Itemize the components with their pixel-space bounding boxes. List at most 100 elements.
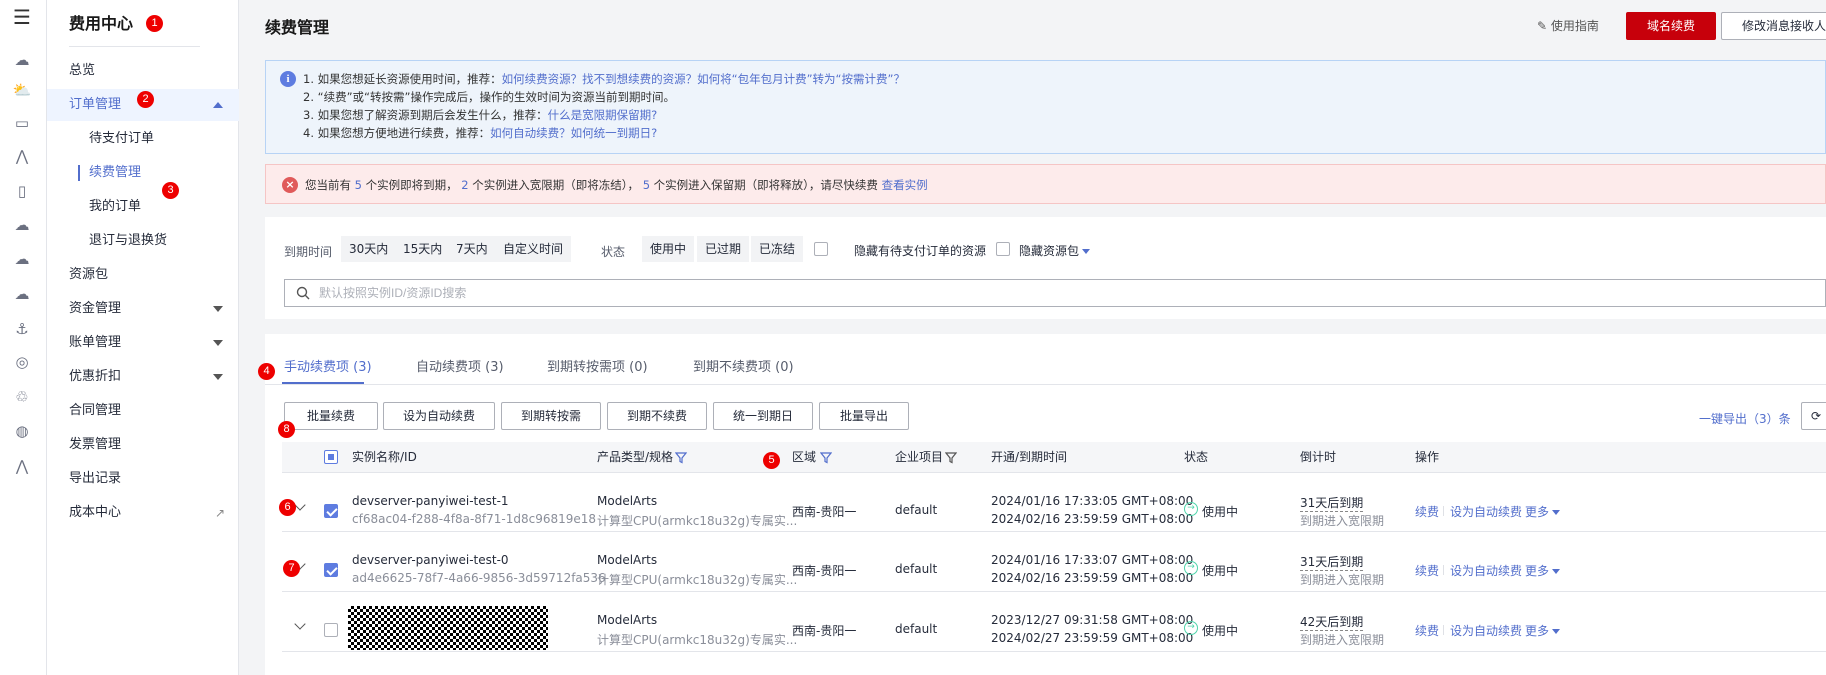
view-instances-link[interactable]: 查看实例 xyxy=(882,178,928,192)
network-icon[interactable]: ♲ xyxy=(11,386,33,408)
search-input[interactable] xyxy=(319,284,1219,302)
filter-expired[interactable]: 已过期 xyxy=(697,236,750,262)
divider xyxy=(1518,506,1519,516)
ship-icon[interactable]: ⚓ xyxy=(11,318,33,340)
filter-icon[interactable] xyxy=(820,452,832,464)
sidebar-item-export-records[interactable]: 导出记录 xyxy=(47,463,239,495)
more-dropdown[interactable]: 更多 xyxy=(1525,562,1561,579)
hide-package-checkbox[interactable] xyxy=(996,242,1010,256)
set-auto-renew-link[interactable]: 设为自动续费 xyxy=(1450,562,1522,579)
filter-icon[interactable] xyxy=(675,452,687,464)
grace-period-link[interactable]: 什么是宽限期保留期? xyxy=(548,108,658,122)
filter-custom-time[interactable]: 自定义时间 xyxy=(495,236,572,262)
sidebar-item-funds[interactable]: 资金管理 xyxy=(47,293,239,325)
instance-id: ad4e6625-78f7-4a66-9856-3d59712fa536 xyxy=(352,571,606,585)
renew-link[interactable]: 续费 xyxy=(1415,562,1439,579)
renewal-table-card: 手动续费项 (3) 自动续费项 (3) 到期转按需项 (0) 到期不续费项 (0… xyxy=(265,334,1826,675)
to-on-demand-button[interactable]: 到期转按需 xyxy=(501,402,601,430)
file-icon[interactable]: ▯ xyxy=(11,180,33,202)
search-icon xyxy=(296,286,310,300)
set-auto-renew-link[interactable]: 设为自动续费 xyxy=(1450,503,1522,520)
hide-pending-checkbox[interactable] xyxy=(814,242,828,256)
sidebar-item-refunds[interactable]: 退订与退换货 xyxy=(47,225,239,257)
more-dropdown[interactable]: 更多 xyxy=(1525,503,1561,520)
col-enterprise-project: 企业项目 xyxy=(895,450,944,464)
divider xyxy=(1443,565,1444,575)
tab-auto-renewal[interactable]: 自动续费项 (3) xyxy=(416,356,504,375)
sidebar-item-contracts[interactable]: 合同管理 xyxy=(47,395,239,427)
countdown-note: 到期进入宽限期 xyxy=(1300,633,1385,647)
renew-link[interactable]: 续费 xyxy=(1415,503,1439,520)
ip-icon[interactable]: ◎ xyxy=(11,351,33,373)
retention-count[interactable]: 5 xyxy=(643,178,650,192)
renew-help-link[interactable]: 如何续费资源？找不到想续费的资源？如何将“包年包月计费”转为“按需计费”？ xyxy=(502,72,905,86)
tab-manual-renewal[interactable]: 手动续费项 (3) xyxy=(284,356,372,375)
filter-15-days[interactable]: 15天内 xyxy=(395,236,451,262)
cloud-dots-icon[interactable]: ⛅ xyxy=(11,79,33,101)
batch-export-button[interactable]: 批量导出 xyxy=(819,402,909,430)
filter-30-days[interactable]: 30天内 xyxy=(341,236,397,262)
tab-to-on-demand[interactable]: 到期转按需项 (0) xyxy=(547,356,648,375)
cloud-upload-icon[interactable]: ☁ xyxy=(11,248,33,270)
select-all-checkbox[interactable] xyxy=(324,450,338,464)
sidebar-item-cost-center[interactable]: 成本中心 ↗ xyxy=(47,497,239,529)
auto-renew-help-link[interactable]: 如何自动续费？如何统一到期日? xyxy=(490,126,657,140)
icon-rail: ☰ ☁ ⛅ ▭ ⋀ ▯ ☁ ☁ ☁ ⚓ ◎ ♲ ◍ ⋀ xyxy=(0,0,47,675)
export-all-link[interactable]: 一键导出（3）条 xyxy=(1699,410,1791,427)
sidebar-item-discounts[interactable]: 优惠折扣 xyxy=(47,361,239,393)
menu-icon[interactable]: ☰ xyxy=(11,5,33,29)
row-checkbox[interactable] xyxy=(324,504,338,518)
modify-receiver-button[interactable]: 修改消息接收人 xyxy=(1721,12,1826,40)
countdown-note: 到期进入宽限期 xyxy=(1300,573,1385,587)
batch-renew-button[interactable]: 批量续费 xyxy=(284,402,378,430)
filter-icon[interactable] xyxy=(945,452,957,464)
sidebar-item-bills[interactable]: 账单管理 xyxy=(47,327,239,359)
set-auto-renew-button[interactable]: 设为自动续费 xyxy=(383,402,495,430)
cloud-icon[interactable]: ☁ xyxy=(11,49,33,71)
chevron-down-icon xyxy=(213,374,223,380)
guide-link[interactable]: ✎ 使用指南 xyxy=(1537,17,1599,34)
server-icon[interactable]: ▭ xyxy=(11,112,33,134)
sidebar-title: 费用中心 xyxy=(69,14,134,33)
chart-icon[interactable]: ⋀ xyxy=(11,145,33,167)
domain-renew-button[interactable]: 域名续费 xyxy=(1626,12,1716,40)
filter-frozen[interactable]: 已冻结 xyxy=(751,236,804,262)
info-text: 4. 如果您想方便地进行续费，推荐： xyxy=(303,126,491,140)
sidebar-item-invoices[interactable]: 发票管理 xyxy=(47,429,239,461)
row-checkbox[interactable] xyxy=(324,623,338,637)
refresh-button[interactable]: ⟳ xyxy=(1801,402,1826,430)
cloud-sync-icon[interactable]: ☁ xyxy=(11,283,33,305)
region: 西南-贵阳一 xyxy=(792,505,857,519)
sidebar-item-packages[interactable]: 资源包 xyxy=(47,259,239,291)
sidebar-item-renewal[interactable]: 续费管理 xyxy=(47,157,239,189)
row-checkbox[interactable] xyxy=(324,563,338,577)
set-auto-renew-link[interactable]: 设为自动续费 xyxy=(1450,622,1522,639)
search-box[interactable] xyxy=(284,279,1826,307)
external-link-icon: ↗ xyxy=(214,506,225,520)
more-label: 更多 xyxy=(1525,505,1550,519)
sidebar-item-pending-orders[interactable]: 待支付订单 xyxy=(47,123,239,155)
info-text: 3. 如果您想了解资源到期后会发生什么，推荐： xyxy=(303,108,548,122)
expiring-count[interactable]: 5 xyxy=(355,178,362,192)
status-running-icon: → xyxy=(1184,561,1198,575)
start-time: 2023/12/27 09:31:58 GMT+08:00 xyxy=(991,613,1194,627)
annotation-badge: 3 xyxy=(162,182,179,199)
globe-icon[interactable]: ◍ xyxy=(11,420,33,442)
pulse-icon[interactable]: ⋀ xyxy=(11,455,33,477)
filter-7-days[interactable]: 7天内 xyxy=(448,236,496,262)
renew-link[interactable]: 续费 xyxy=(1415,622,1439,639)
grace-count[interactable]: 2 xyxy=(461,178,468,192)
more-dropdown[interactable]: 更多 xyxy=(1525,622,1561,639)
product-name: ModelArts xyxy=(597,553,658,567)
tab-no-renewal[interactable]: 到期不续费项 (0) xyxy=(693,356,794,375)
chevron-down-icon[interactable] xyxy=(294,499,306,511)
chevron-down-icon[interactable] xyxy=(294,618,306,630)
sidebar-item-overview[interactable]: 总览 xyxy=(47,55,239,87)
cloud-outline-icon[interactable]: ☁ xyxy=(11,214,33,236)
filter-panel: 到期时间 30天内 15天内 7天内 自定义时间 状态 使用中 已过期 已冻结 … xyxy=(265,217,1826,319)
no-renew-button[interactable]: 到期不续费 xyxy=(607,402,707,430)
unify-expiry-button[interactable]: 统一到期日 xyxy=(713,402,813,430)
filter-in-use[interactable]: 使用中 xyxy=(642,236,695,262)
sidebar-item-my-orders[interactable]: 我的订单 xyxy=(47,191,239,223)
divider xyxy=(282,531,1826,532)
